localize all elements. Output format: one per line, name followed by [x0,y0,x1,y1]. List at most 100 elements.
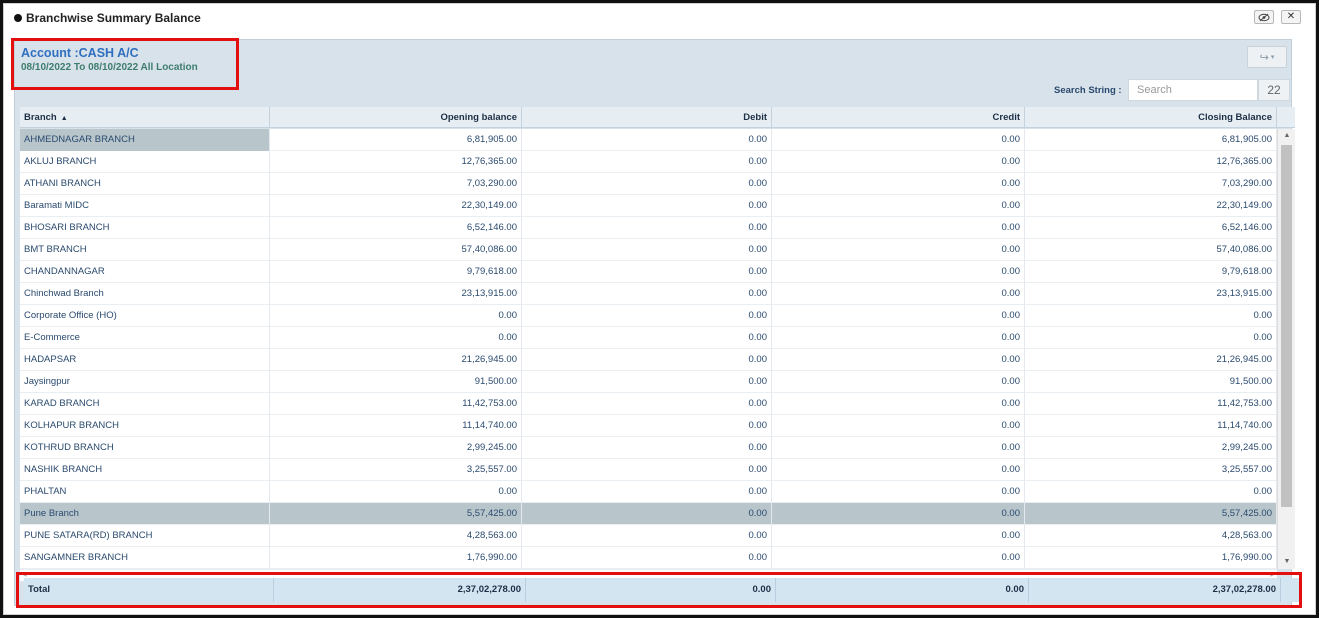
table-row[interactable]: Corporate Office (HO) 0.00 0.00 0.00 0.00 [20,305,1295,327]
cell-debit: 0.00 [522,151,772,173]
cell-debit: 0.00 [522,239,772,261]
table-row[interactable]: CHANDANNAGAR 9,79,618.00 0.00 0.00 9,79,618.… [20,261,1295,283]
cell-branch: KOLHAPUR BRANCH [20,415,270,437]
column-header-debit[interactable]: Debit [522,107,772,128]
cell-branch: HADAPSAR [20,349,270,371]
cell-debit: 0.00 [522,459,772,481]
total-closing-balance: 2,37,02,278.00 [1029,578,1281,602]
total-row-annotation: Total 2,37,02,278.00 0.00 0.00 2,37,02,2… [16,572,1302,608]
cell-closing-balance: 0.00 [1025,327,1277,349]
cell-closing-balance: 22,30,149.00 [1025,195,1277,217]
cell-branch: ATHANI BRANCH [20,173,270,195]
column-header-opening-balance[interactable]: Opening balance [270,107,522,128]
cell-closing-balance: 23,13,915.00 [1025,283,1277,305]
grid-rows: AHMEDNAGAR BRANCH 6,81,905.00 0.00 0.00 6,81… [20,129,1295,569]
header-scroll-spacer [1277,107,1295,128]
cell-branch: Corporate Office (HO) [20,305,270,327]
cell-debit: 0.00 [522,283,772,305]
cell-credit: 0.00 [772,239,1025,261]
cell-opening-balance: 11,14,740.00 [270,415,522,437]
cell-opening-balance: 11,42,753.00 [270,393,522,415]
cell-branch: AHMEDNAGAR BRANCH [20,129,270,151]
table-row[interactable]: KARAD BRANCH 11,42,753.00 0.00 0.00 11,42,75… [20,393,1295,415]
cell-debit: 0.00 [522,217,772,239]
column-header-credit[interactable]: Credit [772,107,1025,128]
cell-branch: Pune Branch [20,503,270,525]
close-button[interactable]: ✕ [1281,10,1301,24]
table-row[interactable]: Pune Branch 5,57,425.00 0.00 0.00 5,57,425.0… [20,503,1295,525]
cell-opening-balance: 3,25,557.00 [270,459,522,481]
cell-opening-balance: 21,26,945.00 [270,349,522,371]
table-row[interactable]: SANGAMNER BRANCH 1,76,990.00 0.00 0.00 1,76,… [20,547,1295,569]
cell-debit: 0.00 [522,195,772,217]
grid-body: AHMEDNAGAR BRANCH 6,81,905.00 0.00 0.00 6,81… [20,129,1295,569]
table-row[interactable]: PHALTAN 0.00 0.00 0.00 0.00 [20,481,1295,503]
cell-closing-balance: 2,99,245.00 [1025,437,1277,459]
column-header-branch[interactable]: Branch ▲ [20,107,270,128]
cell-credit: 0.00 [772,459,1025,481]
table-row[interactable]: Chinchwad Branch 23,13,915.00 0.00 0.00 23,1… [20,283,1295,305]
table-row[interactable]: BHOSARI BRANCH 6,52,146.00 0.00 0.00 6,52,14… [20,217,1295,239]
table-row[interactable]: BMT BRANCH 57,40,086.00 0.00 0.00 57,40,086.… [20,239,1295,261]
cell-credit: 0.00 [772,327,1025,349]
share-icon: ↪ [1259,51,1269,64]
scrollbar-thumb[interactable] [1281,145,1292,507]
search-input[interactable] [1128,79,1258,101]
cell-branch: PHALTAN [20,481,270,503]
cell-debit: 0.00 [522,261,772,283]
cell-branch: AKLUJ BRANCH [20,151,270,173]
table-row[interactable]: E-Commerce 0.00 0.00 0.00 0.00 [20,327,1295,349]
cell-branch: BMT BRANCH [20,239,270,261]
column-header-closing-balance[interactable]: Closing Balance [1025,107,1277,128]
cell-debit: 0.00 [522,349,772,371]
table-row[interactable]: Baramati MIDC 22,30,149.00 0.00 0.00 22,30,1… [20,195,1295,217]
total-credit: 0.00 [776,578,1029,602]
cell-credit: 0.00 [772,481,1025,503]
cell-closing-balance: 1,76,990.00 [1025,547,1277,569]
cell-opening-balance: 0.00 [270,305,522,327]
cell-debit: 0.00 [522,547,772,569]
cell-branch: SANGAMNER BRANCH [20,547,270,569]
sort-ascending-icon: ▲ [60,115,68,122]
cell-credit: 0.00 [772,283,1025,305]
table-row[interactable]: ATHANI BRANCH 7,03,290.00 0.00 0.00 7,03,290… [20,173,1295,195]
table-row[interactable]: KOTHRUD BRANCH 2,99,245.00 0.00 0.00 2,99,24… [20,437,1295,459]
cell-opening-balance: 6,81,905.00 [270,129,522,151]
table-row[interactable]: KOLHAPUR BRANCH 11,14,740.00 0.00 0.00 11,14… [20,415,1295,437]
table-row[interactable]: Jaysingpur 91,500.00 0.00 0.00 91,500.00 [20,371,1295,393]
cell-credit: 0.00 [772,195,1025,217]
record-count-badge: 22 [1258,79,1290,101]
scroll-up-icon[interactable]: ▲ [1278,129,1295,143]
account-header-annotation: Account :CASH A/C 08/10/2022 To 08/10/20… [11,38,239,90]
account-title: Account :CASH A/C [21,46,139,60]
cell-debit: 0.00 [522,503,772,525]
cell-opening-balance: 6,52,146.00 [270,217,522,239]
vertical-scrollbar[interactable]: ▲ ▼ [1277,129,1295,569]
scroll-down-icon[interactable]: ▼ [1278,555,1295,569]
cell-credit: 0.00 [772,371,1025,393]
cell-closing-balance: 5,57,425.00 [1025,503,1277,525]
table-row[interactable]: AHMEDNAGAR BRANCH 6,81,905.00 0.00 0.00 6,81… [20,129,1295,151]
cell-credit: 0.00 [772,217,1025,239]
table-row[interactable]: NASHIK BRANCH 3,25,557.00 0.00 0.00 3,25,557… [20,459,1295,481]
cell-closing-balance: 21,26,945.00 [1025,349,1277,371]
cell-closing-balance: 7,03,290.00 [1025,173,1277,195]
cell-opening-balance: 5,57,425.00 [270,503,522,525]
cell-branch: BHOSARI BRANCH [20,217,270,239]
cell-credit: 0.00 [772,129,1025,151]
eye-icon[interactable] [1254,10,1274,24]
total-debit: 0.00 [526,578,776,602]
table-row[interactable]: HADAPSAR 21,26,945.00 0.00 0.00 21,26,945.00 [20,349,1295,371]
export-share-button[interactable]: ↪ ▾ [1247,46,1287,68]
cell-credit: 0.00 [772,305,1025,327]
cell-opening-balance: 57,40,086.00 [270,239,522,261]
cell-branch: KOTHRUD BRANCH [20,437,270,459]
cell-branch: NASHIK BRANCH [20,459,270,481]
cell-branch: PUNE SATARA(RD) BRANCH [20,525,270,547]
cell-closing-balance: 9,79,618.00 [1025,261,1277,283]
cell-credit: 0.00 [772,393,1025,415]
bullet-icon [14,14,22,22]
total-scroll-spacer [1281,578,1299,602]
table-row[interactable]: AKLUJ BRANCH 12,76,365.00 0.00 0.00 12,76,36… [20,151,1295,173]
table-row[interactable]: PUNE SATARA(RD) BRANCH 4,28,563.00 0.00 0.0… [20,525,1295,547]
